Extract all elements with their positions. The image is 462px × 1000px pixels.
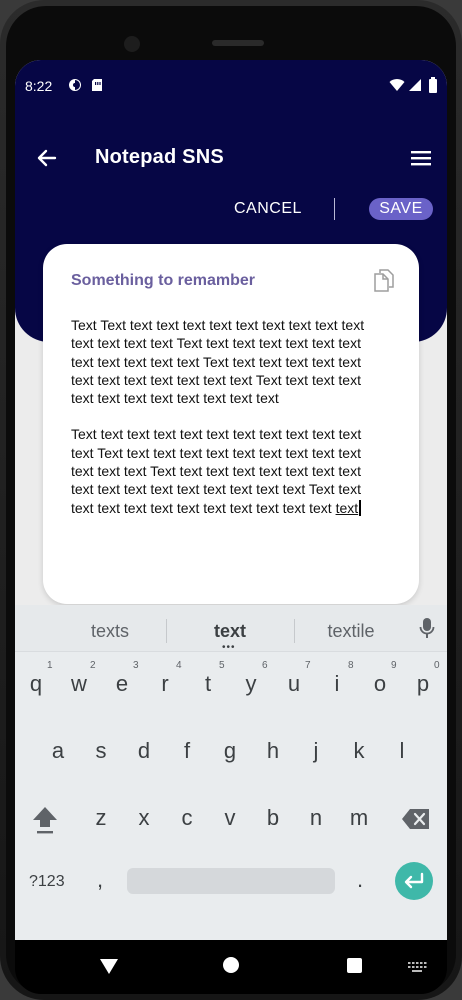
key-hint-number: 7 <box>305 660 311 671</box>
key-g[interactable]: g <box>213 731 247 771</box>
soft-keyboard: texts text ••• textile q w e r t y u i o… <box>15 605 447 940</box>
keyboard-switcher-icon[interactable] <box>407 960 427 972</box>
key-k[interactable]: k <box>342 731 376 771</box>
battery-icon <box>425 77 441 93</box>
note-body-textarea[interactable]: Text Text text text text text text text … <box>71 316 387 535</box>
key-hint-number: 4 <box>176 660 182 671</box>
actions-divider <box>334 198 335 220</box>
key-m[interactable]: m <box>342 798 376 838</box>
sync-status-icon <box>67 77 83 93</box>
note-actions: CANCEL SAVE <box>15 198 447 222</box>
nav-back-triangle-icon[interactable] <box>99 956 119 976</box>
key-c[interactable]: c <box>170 798 204 838</box>
space-bar[interactable] <box>127 868 335 894</box>
system-navigation-bar <box>15 940 447 994</box>
key-hint-number: 8 <box>348 660 354 671</box>
key-d[interactable]: d <box>127 731 161 771</box>
hamburger-menu-icon[interactable] <box>409 146 433 170</box>
page-title: Notepad SNS <box>95 146 224 168</box>
key-hint-number: 9 <box>391 660 397 671</box>
key-z[interactable]: z <box>84 798 118 838</box>
key-v[interactable]: v <box>213 798 247 838</box>
note-paragraph: Text text text text text text text text … <box>71 425 387 516</box>
comma-key[interactable]: , <box>97 867 103 893</box>
key-hint-number: 3 <box>133 660 139 671</box>
suggestion-item-primary[interactable]: text <box>195 621 265 642</box>
copy-icon[interactable] <box>373 268 395 292</box>
app-toolbar: Notepad SNS <box>15 138 447 178</box>
screen: 8:22 Notepad SNS CANCEL SAVE Something t… <box>15 60 447 940</box>
key-x[interactable]: x <box>127 798 161 838</box>
cellular-signal-icon <box>407 77 423 93</box>
symbols-key[interactable]: ?123 <box>29 873 65 891</box>
key-hint-number: 0 <box>434 660 440 671</box>
shift-icon[interactable] <box>31 805 59 835</box>
note-card: Something to remamber Text Text text tex… <box>43 244 419 604</box>
note-paragraph: Text Text text text text text text text … <box>71 317 365 407</box>
nav-recents-square-icon[interactable] <box>347 958 362 973</box>
backspace-icon[interactable] <box>401 808 431 830</box>
suggestion-item[interactable]: textile <box>315 621 387 642</box>
enter-arrow-icon <box>404 872 424 889</box>
key-a[interactable]: a <box>41 731 75 771</box>
suggestion-item[interactable]: texts <box>75 621 145 642</box>
enter-key[interactable] <box>395 862 433 900</box>
key-hint-number: 2 <box>90 660 96 671</box>
key-f[interactable]: f <box>170 731 204 771</box>
save-button[interactable]: SAVE <box>369 198 433 220</box>
sim-card-icon <box>89 77 105 93</box>
status-bar: 8:22 <box>15 60 447 110</box>
front-camera <box>124 36 140 52</box>
more-suggestions-dots[interactable]: ••• <box>222 643 236 653</box>
key-s[interactable]: s <box>84 731 118 771</box>
text-cursor <box>359 499 362 516</box>
status-time: 8:22 <box>25 78 53 94</box>
key-hint-number: 6 <box>262 660 268 671</box>
back-arrow-icon[interactable] <box>33 144 61 172</box>
key-b[interactable]: b <box>256 798 290 838</box>
earpiece-speaker <box>212 40 264 46</box>
nav-home-circle-icon[interactable] <box>223 957 239 973</box>
note-title[interactable]: Something to remamber <box>71 272 255 290</box>
key-hint-number: 5 <box>219 660 225 671</box>
composing-word: text <box>335 499 359 516</box>
cancel-button[interactable]: CANCEL <box>234 200 302 218</box>
key-h[interactable]: h <box>256 731 290 771</box>
key-n[interactable]: n <box>299 798 333 838</box>
suggestion-divider <box>294 619 295 643</box>
key-hint-number: 1 <box>47 660 53 671</box>
key-j[interactable]: j <box>299 731 333 771</box>
period-key[interactable]: . <box>357 867 363 893</box>
suggestion-strip: texts text ••• textile <box>15 605 447 653</box>
wifi-icon <box>389 77 405 93</box>
note-paragraph-text: Text text text text text text text text … <box>71 426 362 516</box>
microphone-icon[interactable] <box>419 617 435 639</box>
suggestion-divider <box>166 619 167 643</box>
key-l[interactable]: l <box>385 731 419 771</box>
